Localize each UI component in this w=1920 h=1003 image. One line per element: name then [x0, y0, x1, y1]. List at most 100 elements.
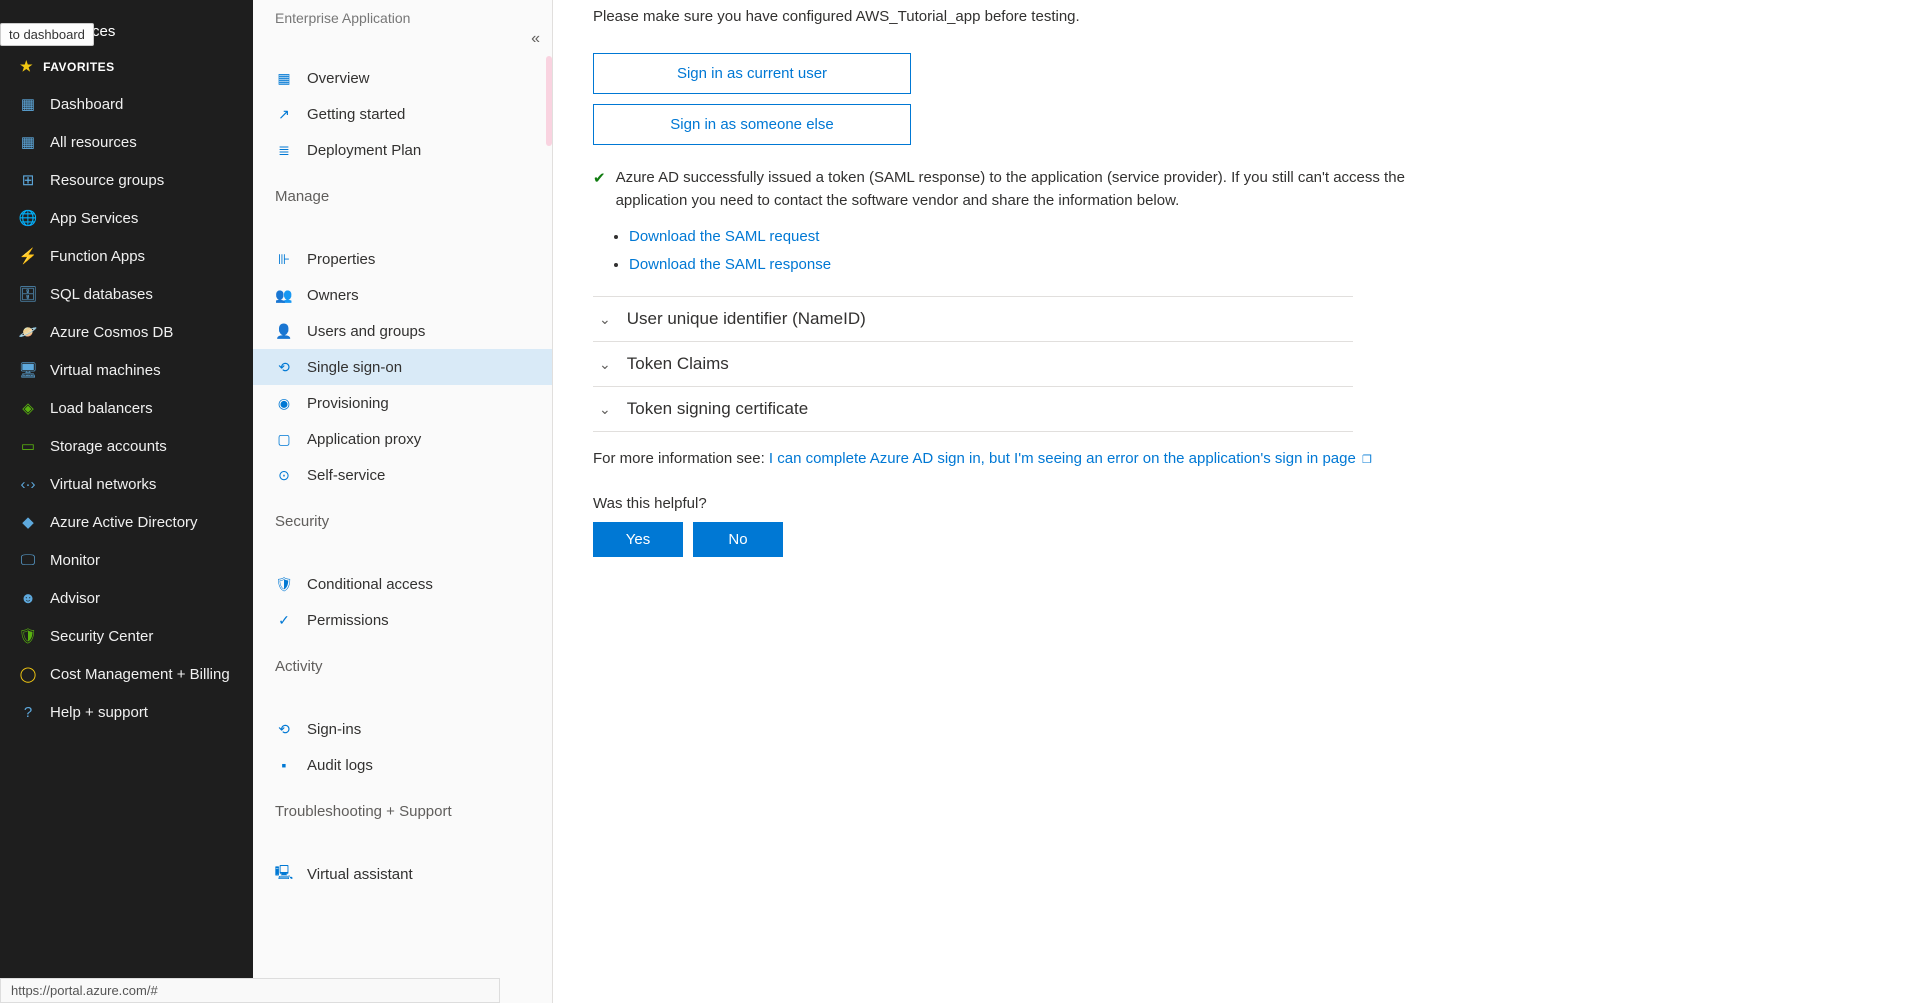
- menu-label: Provisioning: [307, 395, 389, 412]
- menu-icon: ⟲: [275, 720, 293, 738]
- menu-item-overview[interactable]: ▦ Overview: [253, 60, 552, 96]
- nav-icon: 🖵: [18, 550, 38, 570]
- sidebar-item-cost-management-billing[interactable]: ◯Cost Management + Billing: [0, 655, 253, 693]
- nav-label: Advisor: [50, 590, 100, 607]
- sidebar-item-all-resources[interactable]: ▦All resources: [0, 123, 253, 161]
- favorites-header: ★ FAVORITES: [0, 48, 253, 85]
- menu-icon: ↗: [275, 105, 293, 123]
- menu-section-activity: Activity: [253, 638, 552, 681]
- menu-label: Sign-ins: [307, 721, 361, 738]
- nav-icon: 🛡: [18, 626, 38, 646]
- menu-section-troubleshooting-support: Troubleshooting + Support: [253, 783, 552, 826]
- sidebar-item-azure-cosmos-db[interactable]: 🪐Azure Cosmos DB: [0, 313, 253, 351]
- nav-label: Function Apps: [50, 248, 145, 265]
- nav-icon: ▦: [18, 132, 38, 152]
- menu-item-provisioning[interactable]: ◉ Provisioning: [253, 385, 552, 421]
- menu-label: Single sign-on: [307, 359, 402, 376]
- sidebar-item-monitor[interactable]: 🖵Monitor: [0, 541, 253, 579]
- tooltip-go-to-dashboard: to dashboard: [0, 23, 94, 46]
- sidebar-item-function-apps[interactable]: ⚡ Function Apps: [0, 237, 253, 275]
- menu-icon: ▦: [275, 69, 293, 87]
- sidebar-item-dashboard[interactable]: ▦Dashboard: [0, 85, 253, 123]
- menu-label: Audit logs: [307, 757, 373, 774]
- menu-item-deployment-plan[interactable]: ≣ Deployment Plan: [253, 132, 552, 168]
- more-info-link[interactable]: I can complete Azure AD sign in, but I'm…: [769, 450, 1372, 467]
- menu-icon: ▢: [275, 430, 293, 448]
- menu-icon: 🖳: [275, 865, 293, 883]
- sidebar-item-storage-accounts[interactable]: ▭Storage accounts: [0, 427, 253, 465]
- sidebar-item-virtual-machines[interactable]: 🖥Virtual machines: [0, 351, 253, 389]
- more-info: For more information see: I can complete…: [593, 450, 1880, 467]
- menu-item-audit-logs[interactable]: ▪Audit logs: [253, 747, 552, 783]
- menu-label: Overview: [307, 70, 370, 87]
- accordion-item-user-unique-identifier-nameid-[interactable]: ⌄User unique identifier (NameID): [593, 296, 1353, 342]
- nav-icon: ▭: [18, 436, 38, 456]
- nav-label: Help + support: [50, 704, 148, 721]
- nav-icon: ▦: [18, 94, 38, 114]
- menu-section-manage: Manage: [253, 168, 552, 211]
- signin-someone-else-button[interactable]: Sign in as someone else: [593, 104, 911, 145]
- menu-item-sign-ins[interactable]: ⟲ Sign-ins: [253, 711, 552, 747]
- menu-icon: ⟲: [275, 358, 293, 376]
- sidebar-item-load-balancers[interactable]: ◈Load balancers: [0, 389, 253, 427]
- menu-item-conditional-access[interactable]: 🛡Conditional access: [253, 566, 552, 602]
- sidebar-item-advisor[interactable]: ☻Advisor: [0, 579, 253, 617]
- menu-icon: ≣: [275, 141, 293, 159]
- menu-item-properties[interactable]: ⊪Properties: [253, 241, 552, 277]
- sidebar-item-help-support[interactable]: ?Help + support: [0, 693, 253, 731]
- favorites-label: FAVORITES: [43, 60, 115, 74]
- list-item: Download the SAML request: [629, 228, 1880, 246]
- nav-label: SQL databases: [50, 286, 153, 303]
- accordion-label: Token signing certificate: [627, 399, 808, 419]
- menu-item-single-sign-on[interactable]: ⟲ Single sign-on: [253, 349, 552, 385]
- sidebar-item-virtual-networks[interactable]: ‹·›Virtual networks: [0, 465, 253, 503]
- scroll-indicator: [546, 56, 552, 146]
- truncated-text: ces: [92, 23, 115, 40]
- menu-item-self-service[interactable]: ⊙Self-service: [253, 457, 552, 493]
- menu-group: 🖳Virtual assistant: [253, 856, 552, 892]
- sidebar-item-azure-active-directory[interactable]: ◆ Azure Active Directory: [0, 503, 253, 541]
- menu-group: 🛡Conditional access✓Permissions: [253, 566, 552, 638]
- nav-icon: ◈: [18, 398, 38, 418]
- feedback-yes-button[interactable]: Yes: [593, 522, 683, 557]
- sidebar-item-resource-groups[interactable]: ⊞Resource groups: [0, 161, 253, 199]
- nav-icon: ◆: [18, 512, 38, 532]
- download-link[interactable]: Download the SAML response: [629, 256, 831, 273]
- browser-status-bar: https://portal.azure.com/#: [0, 978, 500, 1003]
- chevron-down-icon: ⌄: [599, 356, 611, 373]
- sidebar-item-app-services[interactable]: 🌐App Services: [0, 199, 253, 237]
- menu-item-permissions[interactable]: ✓Permissions: [253, 602, 552, 638]
- external-link-icon: ❐: [1362, 454, 1372, 466]
- accordion-item-token-signing-certificate[interactable]: ⌄Token signing certificate: [593, 387, 1353, 432]
- collapse-menu-button[interactable]: «: [531, 30, 540, 48]
- nav-icon: ⚡: [18, 246, 38, 266]
- nav-label: Virtual networks: [50, 476, 156, 493]
- nav-label: Resource groups: [50, 172, 164, 189]
- menu-label: Owners: [307, 287, 359, 304]
- menu-icon: 👤: [275, 322, 293, 340]
- signin-current-user-button[interactable]: Sign in as current user: [593, 53, 911, 94]
- feedback-no-button[interactable]: No: [693, 522, 783, 557]
- menu-section-security: Security: [253, 493, 552, 536]
- nav-icon: 🌐: [18, 208, 38, 228]
- success-icon: ✔: [593, 169, 606, 187]
- menu-label: Properties: [307, 251, 375, 268]
- sidebar-item-sql-databases[interactable]: 🗄SQL databases: [0, 275, 253, 313]
- menu-label: Permissions: [307, 612, 389, 629]
- accordion-item-token-claims[interactable]: ⌄Token Claims: [593, 342, 1353, 387]
- menu-icon: ⊙: [275, 466, 293, 484]
- resource-subtitle: Enterprise Application: [275, 10, 530, 26]
- menu-item-owners[interactable]: 👥 Owners: [253, 277, 552, 313]
- nav-label: Azure Cosmos DB: [50, 324, 173, 341]
- menu-item-getting-started[interactable]: ↗Getting started: [253, 96, 552, 132]
- menu-icon: 👥: [275, 286, 293, 304]
- menu-item-users-and-groups[interactable]: 👤Users and groups: [253, 313, 552, 349]
- download-link[interactable]: Download the SAML request: [629, 228, 819, 245]
- menu-label: Deployment Plan: [307, 142, 421, 159]
- menu-icon: ◉: [275, 394, 293, 412]
- sidebar-item-security-center[interactable]: 🛡Security Center: [0, 617, 253, 655]
- menu-item-application-proxy[interactable]: ▢Application proxy: [253, 421, 552, 457]
- feedback-section: Was this helpful? Yes No: [593, 495, 1880, 557]
- menu-item-virtual-assistant[interactable]: 🖳Virtual assistant: [253, 856, 552, 892]
- nav-label: Azure Active Directory: [50, 514, 198, 531]
